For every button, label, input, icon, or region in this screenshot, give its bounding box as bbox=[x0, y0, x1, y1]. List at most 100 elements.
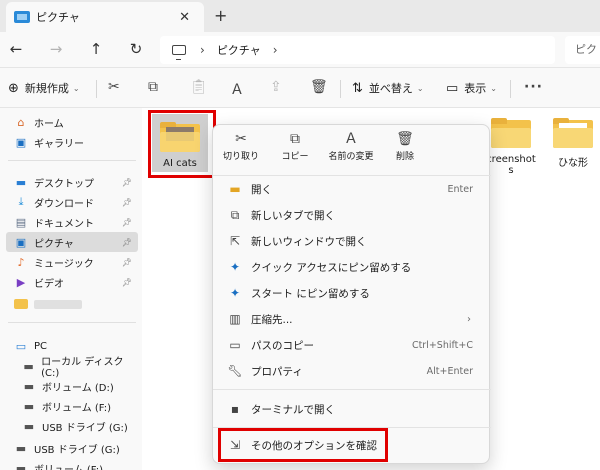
pin-icon[interactable]: 📌︎ bbox=[122, 238, 132, 247]
chevron-right-icon[interactable]: › bbox=[273, 43, 278, 57]
pin-icon[interactable]: 📌︎ bbox=[122, 178, 132, 187]
up-button[interactable]: ↑ bbox=[86, 40, 106, 58]
home-icon: ⌂ bbox=[17, 115, 25, 129]
folder-screenshots[interactable]: creenshot s bbox=[486, 118, 536, 176]
search-input[interactable]: ピクチャの検索 bbox=[565, 36, 600, 64]
divider bbox=[8, 322, 136, 323]
menu-item-open-terminal[interactable]: ▪ ターミナルで開く bbox=[219, 397, 485, 421]
divider bbox=[8, 160, 136, 161]
pin-icon[interactable]: 📌︎ bbox=[122, 218, 132, 227]
cut-label: 切り取り bbox=[222, 152, 259, 162]
pin-start-icon: ✦ bbox=[229, 286, 241, 300]
cut-button[interactable]: ✂ 切り取り bbox=[217, 129, 265, 162]
sidebar-item-pictures[interactable]: ▣ ピクチャ 📌︎ bbox=[6, 232, 138, 252]
sidebar-item-usb-g[interactable]: ▬ USB ドライブ (G:) bbox=[6, 438, 138, 458]
share-icon[interactable]: ⇪ bbox=[270, 79, 282, 95]
menu-item-pin-start[interactable]: ✦ スタート にピン留めする bbox=[219, 281, 485, 305]
sidebar-item-music[interactable]: ♪ ミュージック 📌︎ bbox=[6, 252, 138, 272]
menu-item-open-new-window[interactable]: ⇱ 新しいウィンドウで開く bbox=[219, 229, 485, 253]
forward-button[interactable]: → bbox=[46, 40, 66, 58]
sidebar-item-downloads[interactable]: ⤓ ダウンロード 📌︎ bbox=[6, 192, 138, 212]
sidebar-item-label: ボリューム (F:) bbox=[34, 464, 104, 470]
menu-item-pin-quick-access[interactable]: ✦ クイック アクセスにピン留めする bbox=[219, 255, 485, 279]
copy-label: コピー bbox=[281, 152, 309, 162]
wrench-icon: 🔧︎ bbox=[227, 364, 243, 378]
copy-icon[interactable]: ⧉ bbox=[148, 79, 158, 95]
menu-item-label: スタート にピン留めする bbox=[251, 287, 370, 300]
chevron-down-icon: ⌄ bbox=[490, 83, 497, 93]
sidebar-item-desktop[interactable]: ▬ デスクトップ 📌︎ bbox=[6, 172, 138, 192]
sidebar-item-drive-f[interactable]: ▬ ボリューム (F:) bbox=[14, 396, 138, 416]
highlight-selected-folder bbox=[148, 110, 216, 178]
address-bar[interactable]: › ピクチャ › bbox=[160, 36, 555, 64]
chevron-right-icon[interactable]: › bbox=[200, 43, 205, 57]
pin-icon[interactable]: 📌︎ bbox=[122, 278, 132, 287]
sidebar-item-label: ビデオ bbox=[34, 278, 64, 290]
paste-icon[interactable]: 📋︎ bbox=[190, 79, 208, 95]
folder-icon bbox=[14, 297, 28, 311]
sort-label: 並べ替え bbox=[368, 82, 413, 95]
sidebar-item-home[interactable]: ⌂ ホーム bbox=[6, 112, 138, 132]
sidebar-item-drive-d[interactable]: ▬ ボリューム (D:) bbox=[14, 376, 138, 396]
delete-button[interactable]: 🗑︎ 削除 bbox=[381, 129, 429, 162]
sidebar-item-label: ミュージック bbox=[34, 258, 94, 270]
menu-item-copy-path[interactable]: ▭ パスのコピー Ctrl+Shift+C bbox=[219, 333, 485, 357]
rename-icon: Ａ bbox=[344, 131, 358, 147]
new-label: 新規作成 bbox=[24, 82, 69, 95]
menu-item-label: 圧縮先... bbox=[251, 313, 293, 326]
refresh-button[interactable]: ↻ bbox=[126, 40, 146, 58]
menu-item-open-new-tab[interactable]: ⧉ 新しいタブで開く bbox=[219, 203, 485, 227]
sort-button[interactable]: ⇅ 並べ替え ⌄ bbox=[352, 80, 424, 96]
context-menu: ✂ 切り取り ⧉ コピー Ａ 名前の変更 🗑︎ 削除 ▬ 開く Enter ⧉ … bbox=[212, 124, 491, 464]
rename-label: 名前の変更 bbox=[328, 152, 374, 162]
breadcrumb-pictures[interactable]: ピクチャ bbox=[217, 42, 261, 58]
menu-item-label: 新しいタブで開く bbox=[251, 209, 335, 222]
copy-button[interactable]: ⧉ コピー bbox=[271, 129, 319, 162]
new-button[interactable]: ⊕ 新規作成 ⌄ bbox=[8, 80, 80, 96]
command-bar: ⊕ 新規作成 ⌄ ✂ ⧉ 📋︎ Ａ ⇪ 🗑︎ ⇅ 並べ替え ⌄ ▭ 表示 ⌄ ·… bbox=[0, 68, 600, 108]
drive-icon: ▬ bbox=[23, 399, 35, 413]
sidebar-item-drive-c[interactable]: ▬ ローカル ディスク (C:) bbox=[14, 356, 138, 379]
menu-item-compress[interactable]: ▥ 圧縮先... › bbox=[219, 307, 485, 331]
sidebar-item-label: ピクチャ bbox=[34, 238, 74, 250]
cut-icon[interactable]: ✂ bbox=[108, 79, 120, 95]
menu-item-properties[interactable]: 🔧︎ プロパティ Alt+Enter bbox=[219, 359, 485, 383]
menu-item-open[interactable]: ▬ 開く Enter bbox=[219, 177, 485, 201]
sidebar-item-label: ドキュメント bbox=[34, 218, 94, 230]
sidebar-item-videos[interactable]: ▶ ビデオ 📌︎ bbox=[6, 272, 138, 292]
sidebar-item-label: ギャラリー bbox=[34, 138, 84, 150]
folder-label-2: s bbox=[508, 165, 514, 176]
new-tab-button[interactable]: + bbox=[214, 6, 227, 25]
rename-icon[interactable]: Ａ bbox=[230, 79, 244, 99]
download-icon: ⤓ bbox=[18, 195, 24, 208]
pin-icon[interactable]: 📌︎ bbox=[122, 198, 132, 207]
delete-icon[interactable]: 🗑︎ bbox=[310, 79, 328, 95]
sidebar-item-label: USB ドライブ (G:) bbox=[34, 444, 120, 456]
pin-icon[interactable]: 📌︎ bbox=[122, 258, 132, 267]
chevron-down-icon: ⌄ bbox=[416, 83, 424, 93]
divider bbox=[510, 80, 511, 98]
sidebar-item-documents[interactable]: ▤ ドキュメント 📌︎ bbox=[6, 212, 138, 232]
plus-circle-icon: ⊕ bbox=[8, 80, 19, 96]
video-icon: ▶ bbox=[16, 275, 26, 289]
rename-button[interactable]: Ａ 名前の変更 bbox=[323, 129, 379, 162]
folder-label: creenshot bbox=[486, 154, 536, 165]
folder-templates[interactable]: ひな形 bbox=[550, 118, 596, 169]
menu-item-label: パスのコピー bbox=[251, 339, 314, 352]
usb-drive-icon: ▬ bbox=[15, 441, 27, 455]
usb-drive-icon: ▬ bbox=[23, 419, 35, 433]
view-button[interactable]: ▭ 表示 ⌄ bbox=[446, 80, 497, 96]
tab-pictures[interactable]: ピクチャ ✕ bbox=[6, 2, 204, 32]
more-options-button[interactable]: ··· bbox=[524, 79, 543, 95]
shortcut-label: Alt+Enter bbox=[426, 365, 473, 377]
sidebar-item-folder[interactable] bbox=[6, 294, 138, 314]
back-button[interactable]: ← bbox=[6, 40, 26, 58]
sidebar-item-volume-f[interactable]: ▬ ボリューム (F:) bbox=[6, 458, 138, 470]
pc-icon[interactable] bbox=[172, 45, 186, 60]
pin-icon: ✦ bbox=[229, 260, 241, 274]
close-tab-icon[interactable]: ✕ bbox=[179, 10, 190, 25]
sidebar-item-label: ボリューム (F:) bbox=[42, 402, 112, 414]
sidebar-item-drive-g[interactable]: ▬ USB ドライブ (G:) bbox=[14, 416, 138, 436]
divider bbox=[213, 389, 491, 390]
sidebar-item-gallery[interactable]: ▣ ギャラリー bbox=[6, 132, 138, 152]
